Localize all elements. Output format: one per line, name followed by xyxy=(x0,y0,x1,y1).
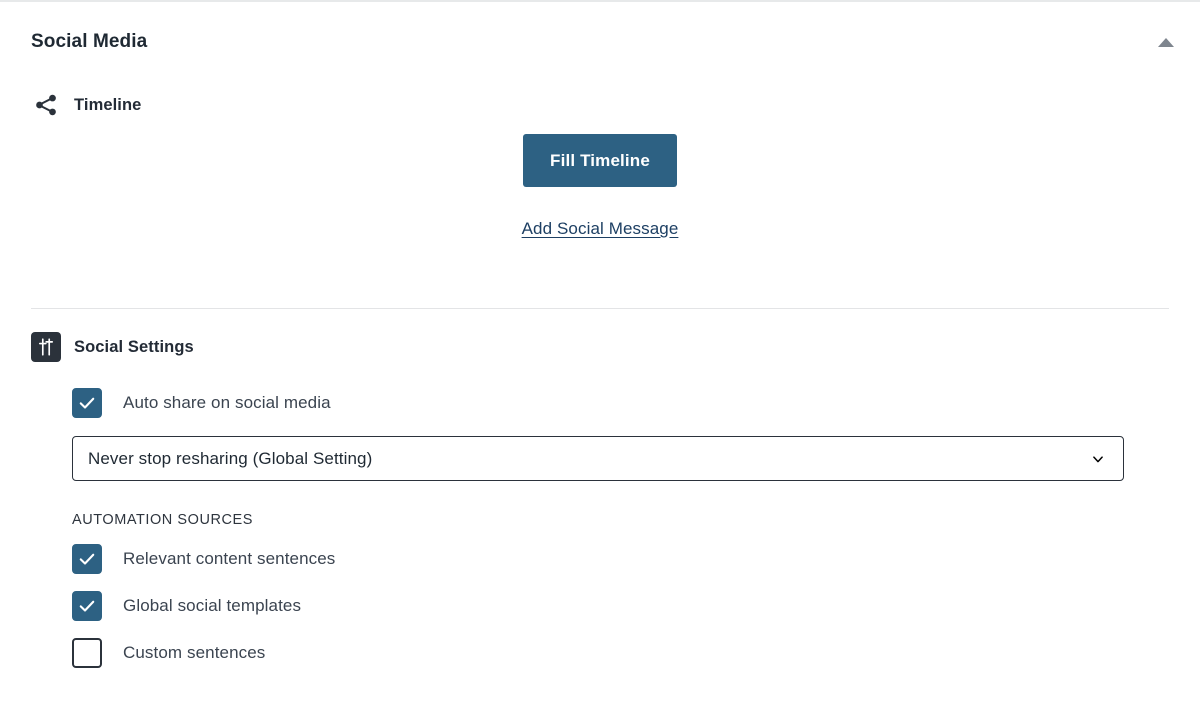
page-title: Social Media xyxy=(31,31,148,52)
panel-header: Social Media xyxy=(0,2,1200,72)
automation-sources-list: Relevant content sentences Global social… xyxy=(72,544,1169,668)
social-settings-header: Social Settings xyxy=(31,332,194,362)
timeline-section: Timeline Fill Timeline Add Social Messag… xyxy=(0,72,1200,307)
add-social-message-link[interactable]: Add Social Message xyxy=(522,219,679,239)
social-settings-body: Auto share on social media Never stop re… xyxy=(72,388,1169,668)
custom-sentences-label: Custom sentences xyxy=(123,643,266,662)
share-icon xyxy=(31,90,61,120)
reshare-select-wrapper: Never stop resharing (Global Setting) xyxy=(72,436,1124,481)
timeline-actions: Fill Timeline Add Social Message xyxy=(0,134,1200,239)
automation-source-row[interactable]: Relevant content sentences xyxy=(72,544,1169,574)
auto-share-label: Auto share on social media xyxy=(123,393,331,412)
auto-share-checkbox[interactable] xyxy=(72,388,102,418)
reshare-select[interactable]: Never stop resharing (Global Setting) xyxy=(72,436,1124,481)
automation-source-row[interactable]: Global social templates xyxy=(72,591,1169,621)
sliders-icon xyxy=(31,332,61,362)
social-settings-heading: Social Settings xyxy=(74,337,194,356)
auto-share-checkbox-row[interactable]: Auto share on social media xyxy=(72,388,1169,418)
timeline-heading: Timeline xyxy=(74,95,142,114)
reshare-select-value: Never stop resharing (Global Setting) xyxy=(88,448,373,468)
timeline-section-header: Timeline xyxy=(31,90,141,120)
relevant-content-sentences-label: Relevant content sentences xyxy=(123,549,336,568)
caret-up-icon xyxy=(1158,37,1174,47)
global-social-templates-checkbox[interactable] xyxy=(72,591,102,621)
social-settings-section: Social Settings Auto share on social med… xyxy=(0,309,1200,727)
relevant-content-sentences-checkbox[interactable] xyxy=(72,544,102,574)
collapse-panel-button[interactable] xyxy=(1154,32,1178,52)
social-media-panel: Social Media Timeline Fill Timeline Add … xyxy=(0,0,1200,727)
custom-sentences-checkbox[interactable] xyxy=(72,638,102,668)
automation-source-row[interactable]: Custom sentences xyxy=(72,638,1169,668)
automation-sources-label: Automation Sources xyxy=(72,512,253,528)
fill-timeline-button[interactable]: Fill Timeline xyxy=(523,134,677,187)
global-social-templates-label: Global social templates xyxy=(123,596,302,615)
